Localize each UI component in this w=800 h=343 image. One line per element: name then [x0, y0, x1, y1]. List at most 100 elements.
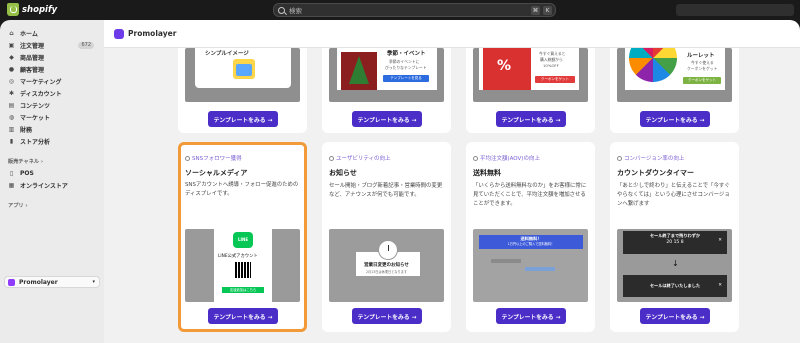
- card-preview: 季節・イベント 季節のイベントに ぴったりなテンプレート テンプレートを見る: [329, 48, 444, 102]
- account-menu[interactable]: [676, 4, 794, 16]
- sidebar-item-products[interactable]: ◆ 商品管理: [4, 52, 100, 63]
- clock-hand: [388, 245, 389, 251]
- preview-title: 季節・イベント: [387, 51, 426, 57]
- close-icon: ✕: [718, 238, 722, 243]
- promolayer-app-selector[interactable]: Promolayer ▾: [4, 276, 100, 288]
- preview-placeholder: [525, 267, 555, 271]
- template-card-roulette: ルーレット 今すぐ使える クーポンをゲット クーポンをゲット テンプレートをみる…: [610, 48, 739, 133]
- view-template-button[interactable]: テンプレートをみる →: [208, 308, 278, 324]
- sidebar-item-home[interactable]: ⌂ ホーム: [4, 28, 100, 39]
- card-preview: 営業日変更のお知らせ 2月13日は休業日となります: [329, 229, 444, 302]
- category-label: コンバージョン率の向上: [624, 156, 685, 162]
- preview-title: 送料無料！: [520, 236, 542, 241]
- card-preview: セール終了まで残りわずか 20 15 8 ✕ ↓ セールは終了いたしました ✕: [617, 229, 732, 302]
- sidebar-item-online-store[interactable]: ▦ オンラインストア: [4, 180, 100, 191]
- preview-sub2: クーポンをゲット: [687, 66, 718, 71]
- app-header: Promolayer: [104, 20, 800, 48]
- preview-popup: LINE LINE公式アカウント 友達追加はこちら: [214, 229, 272, 302]
- sidebar-item-analytics[interactable]: ▮ ストア分析: [4, 136, 100, 147]
- view-template-button[interactable]: テンプレートをみる →: [208, 111, 278, 127]
- preview-banner: 送料無料！ 1万円以上のご購入で送料無料！: [479, 235, 583, 249]
- template-card-free-shipping[interactable]: 平均注文額(AOV)の向上 送料無料 「いくらから送料無料なのか」をお客様に常に…: [466, 142, 595, 332]
- sidebar: ⌂ ホーム ▣ 注文管理 672 ◆ 商品管理 ● 顧客管理 ◎ マーケティング ✱ ディス…: [0, 20, 104, 343]
- calendar-illustration-icon: [233, 59, 255, 79]
- preview-cta: 友達追加はこちら: [222, 287, 264, 293]
- sidebar-item-marketing[interactable]: ◎ マーケティング: [4, 76, 100, 87]
- sidebar-item-label: 顧客管理: [20, 67, 45, 74]
- promolayer-logo-icon: [8, 278, 15, 286]
- template-card-announcement[interactable]: ユーザビリティの向上 お知らせ セール開始・ブログ新着記事・営業時間の変更など、…: [322, 142, 451, 332]
- sidebar-item-label: POS: [20, 170, 34, 177]
- preview-title: 営業日変更のお知らせ: [364, 263, 409, 268]
- preview-popup: 季節・イベント 季節のイベントに ぴったりなテンプレート テンプレートを見る: [337, 48, 437, 90]
- chevron-down-icon: ▾: [92, 279, 95, 285]
- sidebar-item-label: マーケティング: [20, 79, 62, 86]
- view-template-button[interactable]: テンプレートをみる →: [640, 308, 710, 324]
- k-key-badge: K: [543, 6, 552, 15]
- qr-code-icon: [235, 262, 251, 278]
- sidebar-item-discounts[interactable]: ✱ ディスカウント: [4, 88, 100, 99]
- content-icon: ▤: [8, 102, 15, 109]
- view-template-button[interactable]: テンプレートをみる →: [352, 308, 422, 324]
- sidebar-item-orders[interactable]: ▣ 注文管理 672: [4, 40, 100, 51]
- tree-icon: [349, 56, 369, 84]
- view-template-button[interactable]: テンプレートをみる →: [352, 111, 422, 127]
- sidebar-item-label: 財務: [20, 127, 33, 134]
- christmas-image: [341, 52, 377, 90]
- promolayer-label: Promolayer: [19, 278, 58, 286]
- orders-count-badge: 672: [78, 42, 94, 49]
- view-template-button[interactable]: テンプレートをみる →: [496, 308, 566, 324]
- search-placeholder: 検索: [289, 7, 302, 15]
- person-icon: ●: [8, 66, 15, 73]
- sidebar-item-label: コンテンツ: [20, 103, 51, 110]
- card-title: カウントダウンタイマー: [617, 169, 694, 177]
- template-card-simple-image: シンプルイメージ テンプレートをみる →: [178, 48, 307, 133]
- chart-icon: ▮: [9, 138, 14, 145]
- template-card-countdown[interactable]: コンバージョン率の向上 カウントダウンタイマー 「あと少しで終わり」と伝えること…: [610, 142, 739, 332]
- shopify-logo[interactable]: shopify: [7, 3, 57, 16]
- preview-cta: テンプレートを見る: [383, 75, 429, 82]
- template-card-social-media[interactable]: SNSフォロワー獲得 ソーシャルメディア SNSアカウントへ誘導・フォロー促進の…: [178, 142, 307, 332]
- card-preview: LINE LINE公式アカウント 友達追加はこちら: [185, 229, 300, 302]
- card-preview: 送料無料！ 1万円以上のご購入で送料無料！: [473, 229, 588, 302]
- category-label: SNSフォロワー獲得: [192, 156, 242, 162]
- category-icon: [185, 155, 190, 161]
- template-gallery: シンプルイメージ テンプレートをみる → 季節・イベント 季節のイベントに ぴっ…: [104, 48, 800, 343]
- preview-sub: 2月13日は休業日となります: [366, 270, 408, 274]
- card-preview: ルーレット 今すぐ使える クーポンをゲット クーポンをゲット: [617, 48, 732, 102]
- sidebar-item-finance[interactable]: ▥ 財務: [4, 124, 100, 135]
- sidebar-item-pos[interactable]: ▯ POS: [4, 168, 100, 179]
- card-category: 平均注文額(AOV)の向上: [473, 154, 540, 162]
- sidebar-item-customers[interactable]: ● 顧客管理: [4, 64, 100, 75]
- home-icon: ⌂: [9, 30, 14, 37]
- apps-heading[interactable]: アプリ ›: [8, 202, 28, 209]
- sidebar-item-label: ホーム: [20, 31, 38, 38]
- preview-title: LINE公式アカウント: [218, 254, 258, 259]
- preview-placeholder: [491, 259, 521, 263]
- cmd-key-badge: ⌘: [531, 6, 540, 15]
- view-template-button[interactable]: テンプレートをみる →: [496, 111, 566, 127]
- preview-text: シンプルイメージ: [205, 51, 249, 57]
- preview-title: セール終了まで残りわずか: [649, 233, 701, 238]
- card-description: 「いくらから送料無料なのか」をお客様に常に見ていただくことで、平均注文額を増加さ…: [473, 183, 587, 207]
- preview-sub3: 10%OFF: [543, 63, 559, 68]
- sidebar-item-label: 商品管理: [20, 55, 45, 62]
- card-description: SNSアカウントへ誘導・フォロー促進のためのディスプレイです。: [185, 182, 299, 197]
- sales-channels-heading[interactable]: 販売チャネル ›: [8, 158, 43, 165]
- tag-icon: ◆: [9, 54, 14, 61]
- inbox-icon: ▣: [8, 42, 15, 49]
- sidebar-item-markets[interactable]: ◍ マーケット: [4, 112, 100, 123]
- sidebar-item-content[interactable]: ▤ コンテンツ: [4, 100, 100, 111]
- view-template-button[interactable]: テンプレートをみる →: [640, 111, 710, 127]
- card-description: セール開始・ブログ新着記事・営業時間の変更など、アナウンスが何でも可能です。: [329, 183, 443, 198]
- card-category: ユーザビリティの向上: [329, 154, 391, 162]
- preview-sub: 1万円以上のご購入で送料無料！: [507, 242, 555, 246]
- search-bar[interactable]: 検索 ⌘ K: [273, 3, 556, 17]
- template-card-seasonal: 季節・イベント 季節のイベントに ぴったりなテンプレート テンプレートを見る テ…: [322, 48, 451, 133]
- card-title: 送料無料: [473, 169, 501, 177]
- timer-banner: セール終了まで残りわずか 20 15 8 ✕: [623, 231, 727, 254]
- category-label: 平均注文額(AOV)の向上: [480, 156, 540, 162]
- preview-cta: クーポンをゲット: [535, 76, 575, 83]
- sidebar-item-label: マーケット: [20, 115, 51, 122]
- timer-end-banner: セールは終了いたしました ✕: [623, 275, 727, 297]
